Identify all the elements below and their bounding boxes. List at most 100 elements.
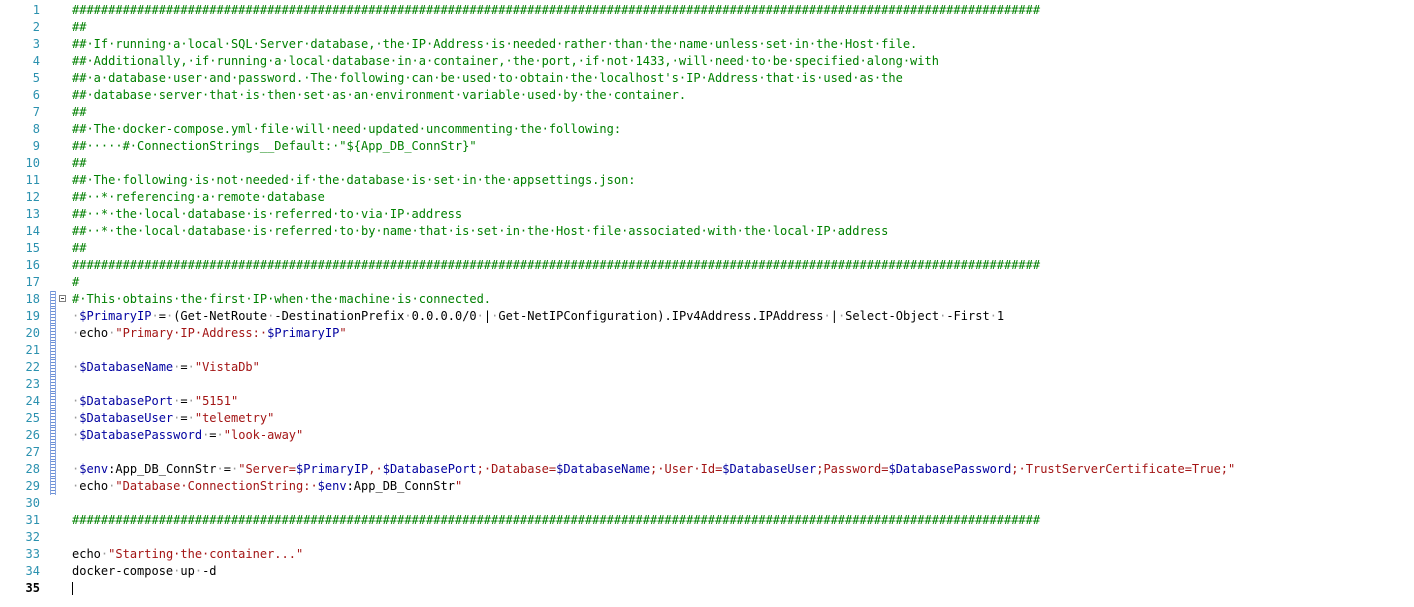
code-line[interactable]: 19 ·$PrimaryIP·=·(Get-NetRoute·-Destinati… <box>0 308 1414 325</box>
code-token: · <box>194 564 203 578</box>
code-line[interactable]: 33 echo·"Starting·the·container..." <box>0 546 1414 563</box>
code-token: -First <box>946 309 990 323</box>
code-line[interactable]: 30 <box>0 495 1414 512</box>
code-token: = <box>180 394 188 408</box>
code-line[interactable]: 2 ## <box>0 19 1414 36</box>
code-token: up <box>180 564 195 578</box>
change-indicator <box>50 342 56 359</box>
code-line[interactable]: 34 docker-compose·up·-d <box>0 563 1414 580</box>
code-token: $PrimaryIP <box>296 462 369 476</box>
code-lines[interactable]: 1 #######################################… <box>0 2 1414 597</box>
code-text: ·$DatabasePort·=·"5151" <box>72 393 238 410</box>
code-line[interactable]: 9 ##·····#·ConnectionStrings__Default:·"$… <box>0 138 1414 155</box>
code-line[interactable]: 3 ##·If·running·a·local·SQL·Server·databa… <box>0 36 1414 53</box>
line-number: 5 <box>32 71 40 85</box>
code-line[interactable]: 12 ##··*·referencing·a·remote·database <box>0 189 1414 206</box>
code-token: "telemetry" <box>194 411 275 425</box>
code-line[interactable]: 28 ·$env:App_DB_ConnStr·=·"Server=$Primar… <box>0 461 1414 478</box>
code-text: ########################################… <box>72 257 1040 274</box>
code-token: $DatabaseUser <box>722 462 817 476</box>
code-token: · <box>989 309 997 323</box>
change-indicator <box>50 478 56 495</box>
code-token: · <box>216 428 224 442</box>
code-line[interactable]: 10 ## <box>0 155 1414 172</box>
code-line[interactable]: 35 <box>0 580 1414 597</box>
code-line[interactable]: 6 ##·database·server·that·is·then·set·as·… <box>0 87 1414 104</box>
code-token: -DestinationPrefix <box>274 309 405 323</box>
change-indicator <box>50 410 56 427</box>
code-token: = <box>158 309 166 323</box>
code-line[interactable]: 8 ##·The·docker-compose.yml·file·will·nee… <box>0 121 1414 138</box>
line-number: 9 <box>32 139 40 153</box>
code-line[interactable]: 7 ## <box>0 104 1414 121</box>
code-token: $DatabasePort <box>79 394 174 408</box>
change-indicator <box>50 359 56 376</box>
line-number: 15 <box>25 241 40 255</box>
code-line[interactable]: 21 <box>0 342 1414 359</box>
line-number: 3 <box>32 37 40 51</box>
code-text: ## <box>72 155 86 172</box>
code-token: "5151" <box>194 394 239 408</box>
line-number: 21 <box>25 343 40 357</box>
line-number: 25 <box>25 411 40 425</box>
code-text: ##·If·running·a·local·SQL·Server·databas… <box>72 36 917 53</box>
code-line[interactable]: 32 <box>0 529 1414 546</box>
code-token: ;·User·Id= <box>650 462 723 476</box>
line-number: 26 <box>25 428 40 442</box>
code-line[interactable]: 27 <box>0 444 1414 461</box>
code-line[interactable]: 29 ·echo·"Database·ConnectionString:·$env… <box>0 478 1414 495</box>
code-text: ##·····#·ConnectionStrings__Default:·"${… <box>72 138 477 155</box>
code-line[interactable]: 16 ######################################… <box>0 257 1414 274</box>
code-line[interactable]: 22 ·$DatabaseName·=·"VistaDb" <box>0 359 1414 376</box>
code-token: "Database·ConnectionString:· <box>115 479 318 493</box>
code-line[interactable]: 23 <box>0 376 1414 393</box>
line-number: 35 <box>25 581 40 595</box>
code-token: :App_DB_ConnStr <box>108 462 217 476</box>
line-number: 14 <box>25 224 40 238</box>
line-number: 33 <box>25 547 40 561</box>
code-line[interactable]: 1 #######################################… <box>0 2 1414 19</box>
code-token: ##··*·the·local·database·is·referred·to·… <box>72 224 889 238</box>
change-indicator <box>50 393 56 410</box>
code-token: docker-compose <box>72 564 174 578</box>
code-token: ##·a·database·user·and·password.·The·fol… <box>72 71 903 85</box>
code-line[interactable]: 13 ##··*·the·local·database·is·referred·t… <box>0 206 1414 223</box>
code-token: echo <box>72 547 101 561</box>
code-text: ·$DatabaseUser·=·"telemetry" <box>72 410 274 427</box>
code-token: 1 <box>996 309 1005 323</box>
code-line[interactable]: 20 ·echo·"Primary·IP·Address:·$PrimaryIP" <box>0 325 1414 342</box>
code-text: ·echo·"Primary·IP·Address:·$PrimaryIP" <box>72 325 347 342</box>
code-line[interactable]: 17 # <box>0 274 1414 291</box>
line-number: 2 <box>32 20 40 34</box>
code-line[interactable]: 15 ## <box>0 240 1414 257</box>
code-line[interactable]: 31 ######################################… <box>0 512 1414 529</box>
code-line[interactable]: 14 ##··*·the·local·database·is·referred·t… <box>0 223 1414 240</box>
code-line[interactable]: 26 ·$DatabasePassword·=·"look-away" <box>0 427 1414 444</box>
code-token: ,· <box>368 462 383 476</box>
code-text: ·$DatabasePassword·=·"look-away" <box>72 427 303 444</box>
code-line[interactable]: 24 ·$DatabasePort·=·"5151" <box>0 393 1414 410</box>
code-line[interactable]: 5 ##·a·database·user·and·password.·The·fo… <box>0 70 1414 87</box>
code-token: ########################################… <box>72 3 1041 17</box>
code-text: # <box>72 274 79 291</box>
code-token: #·This·obtains·the·first·IP·when·the·mac… <box>72 292 492 306</box>
line-number: 6 <box>32 88 40 102</box>
code-editor[interactable]: 1 #######################################… <box>0 0 1414 607</box>
code-text: ·$env:App_DB_ConnStr·=·"Server=$PrimaryI… <box>72 461 1235 478</box>
code-line[interactable]: 25 ·$DatabaseUser·=·"telemetry" <box>0 410 1414 427</box>
code-text: ## <box>72 104 86 121</box>
code-token: ##·The·docker-compose.yml·file·will·need… <box>72 122 622 136</box>
code-token: $PrimaryIP <box>267 326 340 340</box>
code-line[interactable]: 4 ##·Additionally,·if·running·a·local·dat… <box>0 53 1414 70</box>
code-token: Select-Object <box>845 309 940 323</box>
code-line[interactable]: 11 ##·The·following·is·not·needed·if·the·… <box>0 172 1414 189</box>
code-text: ##··*·the·local·database·is·referred·to·… <box>72 206 462 223</box>
line-number: 20 <box>25 326 40 340</box>
collapse-region-icon[interactable] <box>59 295 66 302</box>
code-token: :App_DB_ConnStr <box>346 479 455 493</box>
code-token: " <box>454 479 463 493</box>
code-token: $DatabaseUser <box>79 411 174 425</box>
code-token: = <box>180 411 188 425</box>
code-token: ;·Database= <box>476 462 557 476</box>
code-line[interactable]: 18 #·This·obtains·the·first·IP·when·the·m… <box>0 291 1414 308</box>
